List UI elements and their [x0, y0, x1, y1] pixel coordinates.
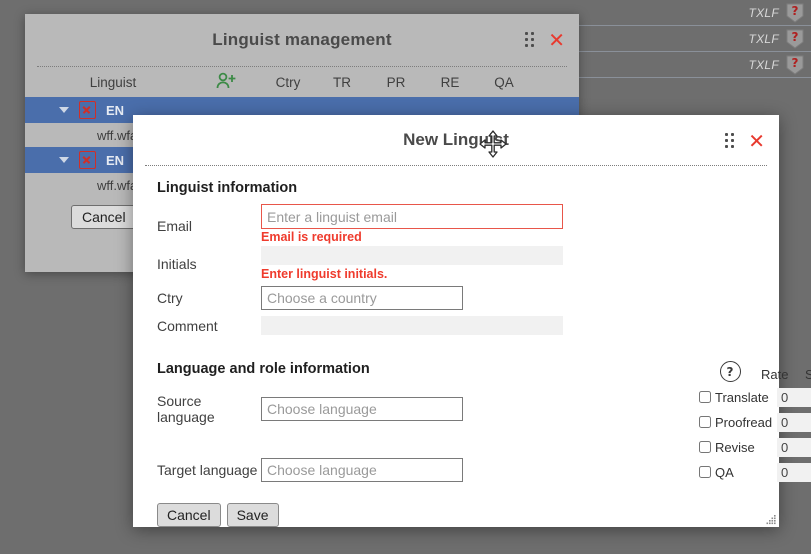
role-row-proofread: Proofread 0: [699, 411, 811, 433]
close-icon[interactable]: ✕: [748, 131, 765, 151]
new-linguist-body: Linguist information Email Email is requ…: [133, 166, 779, 527]
close-icon[interactable]: ✕: [548, 30, 565, 50]
backdrop-row: TXLF ?: [571, 52, 811, 78]
role-label: Revise: [715, 439, 755, 455]
column-header-tr: TR: [333, 74, 351, 90]
linguist-management-title: Linguist management: [212, 30, 392, 49]
role-label: Translate: [715, 389, 769, 405]
target-language-row: Target language: [157, 457, 755, 483]
initials-error: Enter linguist initials.: [261, 266, 388, 281]
drag-handle-icon[interactable]: [525, 32, 538, 48]
chevron-down-icon[interactable]: [59, 157, 69, 163]
role-label: Proofread: [715, 414, 773, 430]
question-badge-icon: ?: [785, 2, 805, 24]
email-error: Email is required: [261, 230, 362, 244]
initials-field[interactable]: [261, 246, 563, 265]
column-header-ctry: Ctry: [275, 74, 301, 90]
source-language-field[interactable]: [261, 396, 463, 421]
linguist-table-header: Linguist Ctry TR PR RE QA: [25, 67, 579, 97]
backdrop-row: TXLF ?: [571, 26, 811, 52]
column-header-re: RE: [440, 74, 460, 90]
column-header-qa: QA: [494, 74, 514, 90]
chevron-down-icon[interactable]: [59, 107, 69, 113]
checkbox-proofread[interactable]: [699, 416, 711, 428]
initials-label: Initials: [157, 256, 197, 272]
question-badge-icon: ?: [785, 54, 805, 76]
role-label: QA: [715, 464, 734, 480]
role-checkbox-proofread[interactable]: Proofread: [699, 415, 777, 430]
rate-input-revise[interactable]: [777, 437, 811, 457]
question-badge-icon: ?: [785, 28, 805, 50]
add-person-icon[interactable]: [193, 72, 261, 93]
ctry-field[interactable]: [261, 285, 463, 310]
role-checkbox-translate[interactable]: Translate: [699, 390, 777, 405]
email-field[interactable]: [261, 204, 563, 229]
comment-label: Comment: [157, 317, 218, 334]
ctry-label: Ctry: [157, 289, 183, 306]
ctry-row: Ctry: [157, 285, 755, 311]
role-checkbox-revise[interactable]: Revise: [699, 440, 777, 455]
file-type-label: TXLF: [748, 31, 779, 46]
column-header-rate: Rate: [761, 367, 789, 382]
checkbox-qa[interactable]: [699, 466, 711, 478]
linguist-name: EN: [106, 102, 125, 118]
file-type-label: TXLF: [748, 5, 779, 20]
delete-icon[interactable]: [79, 101, 96, 119]
role-row-translate: Translate 0: [699, 386, 811, 408]
dialog-actions: Cancel Save: [157, 502, 755, 527]
comment-row: Comment: [157, 313, 755, 339]
roles-panel: ? Rate Speed Score Translate 0 Proofread: [699, 360, 811, 483]
delete-icon[interactable]: [79, 151, 96, 169]
new-linguist-titlebar: New Linguist ✕: [133, 115, 779, 165]
svg-text:?: ?: [792, 56, 799, 70]
resize-handle-icon[interactable]: [765, 513, 777, 525]
section-linguist-information: Linguist information: [157, 180, 298, 196]
email-row: Email Email is required: [157, 204, 755, 248]
rate-input-proofread[interactable]: [777, 412, 811, 432]
help-circle-icon[interactable]: ?: [699, 361, 761, 382]
move-cursor-icon: [479, 130, 507, 158]
source-language-row: Source language: [157, 393, 755, 425]
column-header-pr: PR: [386, 74, 406, 90]
new-linguist-dialog: New Linguist ✕ Linguist information Emai…: [133, 115, 811, 527]
window-controls: ✕: [525, 30, 565, 50]
roles-header: ? Rate Speed Score: [699, 360, 811, 382]
checkbox-translate[interactable]: [699, 391, 711, 403]
comment-field[interactable]: [261, 316, 563, 335]
svg-text:?: ?: [792, 30, 799, 44]
rate-input-translate[interactable]: [777, 387, 811, 407]
source-language-label: Source language: [157, 392, 215, 425]
checkbox-revise[interactable]: [699, 441, 711, 453]
rate-input-qa[interactable]: [777, 462, 811, 482]
column-header-speed: Speed: [805, 367, 811, 382]
drag-handle-icon[interactable]: [725, 133, 738, 149]
linguist-name: EN: [106, 152, 125, 168]
svg-text:?: ?: [792, 4, 799, 18]
window-controls: ✕: [725, 131, 765, 151]
initials-row: Initials Enter linguist initials.: [157, 246, 755, 285]
linguist-management-titlebar: Linguist management ✕: [25, 14, 579, 66]
role-checkbox-qa[interactable]: QA: [699, 465, 777, 480]
file-type-label: TXLF: [748, 57, 779, 72]
cancel-button[interactable]: Cancel: [157, 502, 221, 527]
email-label: Email: [157, 218, 193, 234]
save-button[interactable]: Save: [226, 502, 279, 527]
target-language-label: Target language: [157, 461, 258, 478]
section-language-role-information: Language and role information: [157, 360, 370, 377]
column-header-linguist: Linguist: [89, 74, 137, 90]
role-row-revise: Revise 0: [699, 436, 811, 458]
cancel-button[interactable]: Cancel: [71, 205, 137, 229]
role-row-qa: QA 0: [699, 461, 811, 483]
backdrop-row: TXLF ?: [571, 0, 811, 26]
target-language-field[interactable]: [261, 457, 463, 482]
